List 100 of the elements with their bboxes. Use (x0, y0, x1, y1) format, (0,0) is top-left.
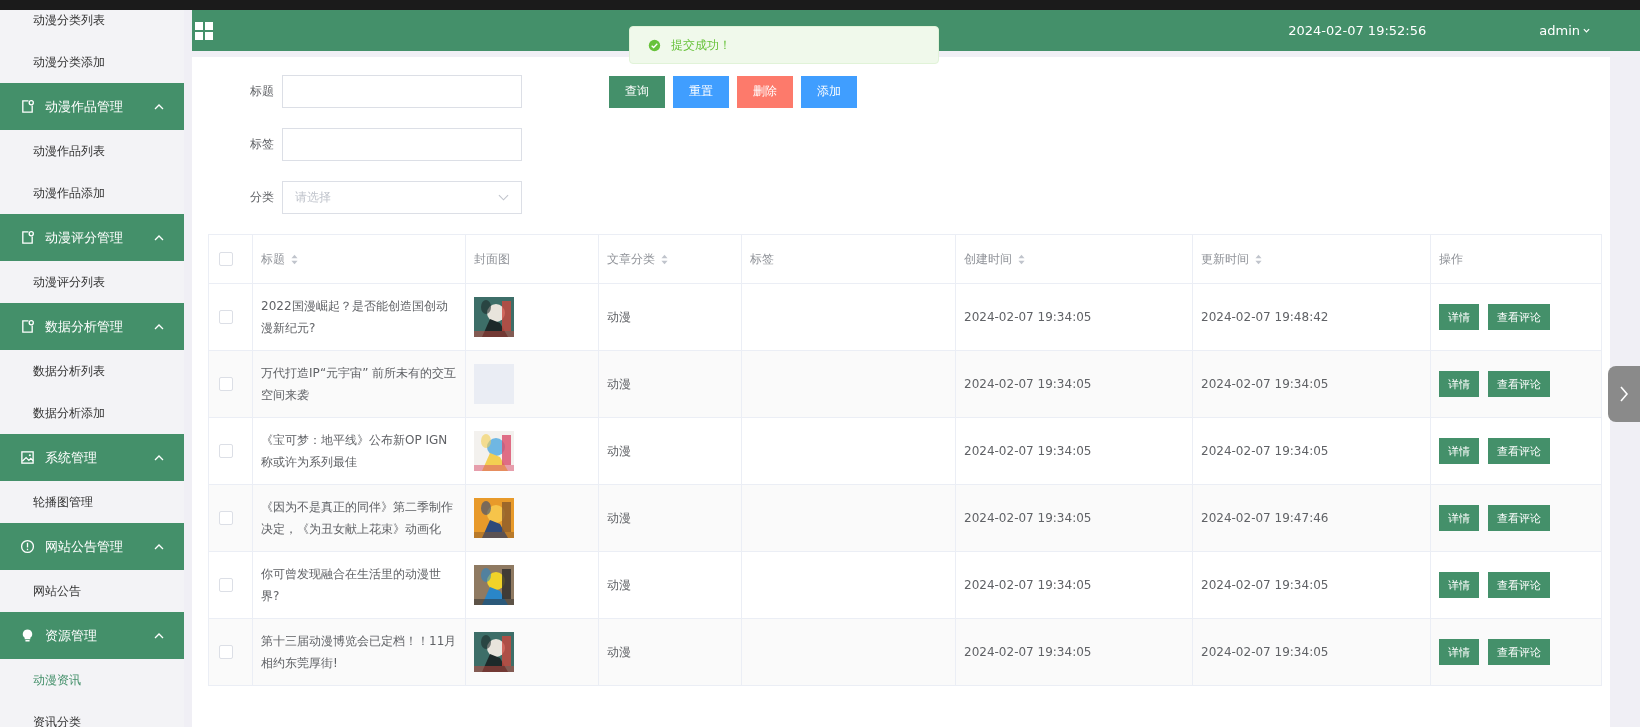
text-field[interactable] (282, 128, 522, 161)
table-cell: 2024-02-07 19:34:05 (964, 645, 1092, 659)
row-action-button[interactable]: 详情 (1439, 438, 1479, 464)
success-icon (648, 38, 661, 52)
document-icon (20, 230, 35, 245)
row-action-button[interactable]: 详情 (1439, 304, 1479, 330)
date-time: 2024-02-07 19:52:56 (1288, 23, 1427, 38)
column-header[interactable]: 标题 (261, 251, 285, 266)
caret-icon (1583, 28, 1590, 33)
row-action-button[interactable]: 详情 (1439, 639, 1479, 665)
table-cell-text: 《宝可梦：地平线》公布新OP IGN称或许为系列最佳 (261, 432, 449, 471)
action-button[interactable]: 删除 (737, 75, 793, 108)
row-checkbox[interactable] (219, 310, 233, 325)
filter-label: 标签 (249, 136, 275, 153)
chevron-icon (154, 543, 164, 550)
chevron-down-icon (498, 194, 509, 201)
table-cell-text: 2022国漫崛起？是否能创造国创动漫新纪元? (261, 298, 449, 337)
chevron-icon (154, 632, 164, 639)
table-cell: 2024-02-07 19:34:05 (964, 310, 1092, 324)
row-action-button[interactable]: 查看评论 (1488, 505, 1550, 531)
table-cell: 2024-02-07 19:34:05 (964, 578, 1092, 592)
sort-icon[interactable] (661, 253, 668, 265)
table-cell-text: 《因为不是真正的同伴》第二季制作决定，《为丑女献上花束》动画化 (261, 499, 454, 538)
table-cell: 2024-02-07 19:47:46 (1201, 511, 1329, 525)
column-header[interactable]: 封面图 (474, 251, 510, 266)
row-checkbox[interactable] (219, 511, 233, 526)
menu-group[interactable]: 动漫评分管理 (0, 214, 184, 261)
menu-item[interactable]: 网站公告 (0, 570, 184, 612)
filter-label: 标题 (249, 83, 275, 100)
column-header[interactable]: 标签 (750, 251, 774, 266)
filter-label: 分类 (249, 189, 275, 206)
row-checkbox[interactable] (219, 377, 233, 392)
table-cell: 2024-02-07 19:34:05 (964, 444, 1092, 458)
action-button[interactable]: 重置 (673, 75, 729, 108)
row-action-button[interactable]: 查看评论 (1488, 438, 1550, 464)
menu-item[interactable]: 动漫作品添加 (0, 172, 184, 214)
row-action-button[interactable]: 查看评论 (1488, 572, 1550, 598)
menu-group[interactable]: 数据分析管理 (0, 303, 184, 350)
user-menu[interactable]: admin (1539, 23, 1590, 38)
toast-message: 提交成功！ (671, 36, 731, 54)
menu-item[interactable]: 动漫评分列表 (0, 261, 184, 303)
table-cell: 2024-02-07 19:34:05 (1201, 377, 1329, 391)
action-button[interactable]: 添加 (801, 75, 857, 108)
table-cell: 动漫 (607, 443, 631, 458)
table-cell-text: 万代打造IP“元宇宙” 前所未有的交互空间来袭 (261, 365, 457, 404)
row-checkbox[interactable] (219, 578, 233, 593)
chevron-icon (154, 323, 164, 330)
row-action-button[interactable]: 查看评论 (1488, 304, 1550, 330)
table-cell: 2024-02-07 19:34:05 (964, 511, 1092, 525)
menu-item[interactable]: 动漫作品列表 (0, 130, 184, 172)
menu-item[interactable]: 动漫分类添加 (0, 41, 184, 83)
image-icon (20, 450, 35, 465)
column-header[interactable]: 文章分类 (607, 251, 655, 266)
table-cell: 2024-02-07 19:48:42 (1201, 310, 1329, 324)
table-cell-text: 第十三届动漫博览会已定档！！11月相约东莞厚街! (261, 633, 457, 672)
menu-item[interactable]: 动漫分类列表 (0, 10, 184, 41)
table-cell: 动漫 (607, 510, 631, 525)
grid-menu-icon[interactable] (195, 21, 213, 40)
column-header[interactable]: 创建时间 (964, 251, 1012, 266)
sort-icon[interactable] (291, 253, 298, 265)
chevron-icon (154, 103, 164, 110)
table-cell: 2024-02-07 19:34:05 (964, 377, 1092, 391)
row-checkbox[interactable] (219, 444, 233, 459)
chevron-icon (154, 454, 164, 461)
menu-group[interactable]: 网站公告管理 (0, 523, 184, 570)
row-action-button[interactable]: 详情 (1439, 371, 1479, 397)
action-button[interactable]: 查询 (609, 75, 665, 108)
menu-item[interactable]: 数据分析添加 (0, 392, 184, 434)
table-cell: 动漫 (607, 309, 631, 324)
column-header[interactable]: 操作 (1439, 251, 1463, 266)
row-action-button[interactable]: 详情 (1439, 505, 1479, 531)
sort-icon[interactable] (1255, 253, 1262, 265)
menu-item[interactable]: 数据分析列表 (0, 350, 184, 392)
row-action-button[interactable]: 查看评论 (1488, 639, 1550, 665)
row-action-button[interactable]: 查看评论 (1488, 371, 1550, 397)
chevron-icon (154, 234, 164, 241)
menu-item[interactable]: 资讯分类 (0, 701, 184, 727)
text-field[interactable] (282, 75, 522, 108)
row-checkbox[interactable] (219, 645, 233, 660)
row-action-button[interactable]: 详情 (1439, 572, 1479, 598)
table-cell: 2024-02-07 19:34:05 (1201, 645, 1329, 659)
document-icon (20, 319, 35, 334)
expand-handle[interactable] (1608, 366, 1640, 422)
table-cell-text: 你可曾发现融合在生活里的动漫世界? (261, 566, 442, 605)
document-icon (20, 99, 35, 114)
table-cell: 动漫 (607, 644, 631, 659)
select-all-checkbox[interactable] (219, 252, 233, 267)
table-cell: 动漫 (607, 376, 631, 391)
table-cell: 2024-02-07 19:34:05 (1201, 578, 1329, 592)
menu-group[interactable]: 动漫作品管理 (0, 83, 184, 130)
lightbulb-icon (20, 628, 35, 643)
info-icon (20, 539, 35, 554)
menu-item[interactable]: 动漫资讯 (0, 659, 184, 701)
table-cell: 2024-02-07 19:34:05 (1201, 444, 1329, 458)
menu-item[interactable]: 轮播图管理 (0, 481, 184, 523)
menu-group[interactable]: 资源管理 (0, 612, 184, 659)
menu-group[interactable]: 系统管理 (0, 434, 184, 481)
table-cell: 动漫 (607, 577, 631, 592)
column-header[interactable]: 更新时间 (1201, 251, 1249, 266)
sort-icon[interactable] (1018, 253, 1025, 265)
